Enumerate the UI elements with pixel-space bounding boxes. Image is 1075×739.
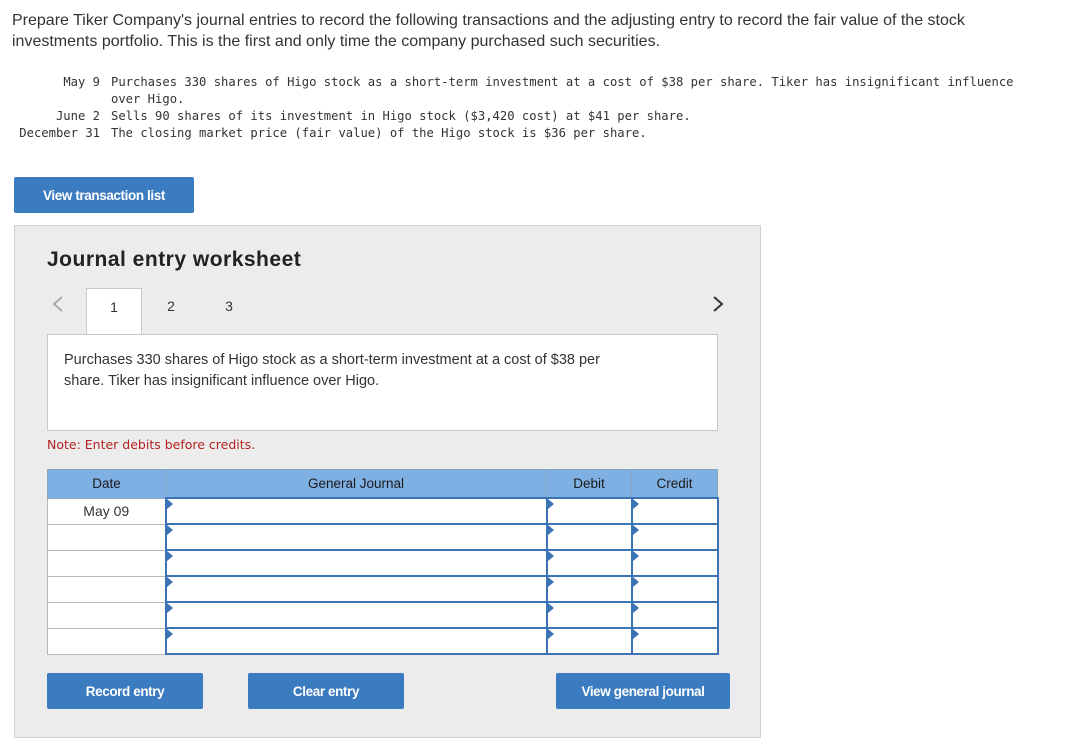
account-input[interactable]: [164, 497, 548, 525]
transaction-date: December 31: [19, 126, 100, 140]
transaction-date: May 9: [63, 75, 100, 89]
chevron-left-icon[interactable]: [51, 294, 65, 314]
transaction-row: May 9 Purchases 330 shares of Higo stock…: [12, 74, 1036, 108]
journal-header-row: Date General Journal Debit Credit: [47, 469, 718, 499]
credit-input[interactable]: [630, 497, 719, 525]
instructions-text: Prepare Tiker Company's journal entries …: [12, 12, 965, 50]
credit-input[interactable]: [630, 575, 719, 603]
debit-input[interactable]: [545, 575, 633, 603]
table-row: [47, 601, 719, 629]
tab-3[interactable]: 3: [201, 288, 257, 334]
debit-input[interactable]: [545, 601, 633, 629]
date-cell[interactable]: [47, 627, 166, 655]
worksheet-description: Purchases 330 shares of Higo stock as a …: [64, 352, 600, 389]
header-general-journal: General Journal: [165, 469, 547, 499]
table-row: [47, 627, 719, 655]
date-cell[interactable]: [47, 601, 166, 629]
credit-input[interactable]: [630, 601, 719, 629]
debit-input[interactable]: [545, 523, 633, 551]
tab-1[interactable]: 1: [86, 288, 142, 336]
entry-note: Note: Enter debits before credits.: [47, 437, 256, 452]
credit-input[interactable]: [630, 627, 719, 655]
debit-input[interactable]: [545, 549, 633, 577]
chevron-right-icon[interactable]: [711, 294, 725, 314]
account-input[interactable]: [164, 627, 548, 655]
transaction-row: June 2 Sells 90 shares of its investment…: [12, 108, 1036, 125]
transaction-row: December 31 The closing market price (fa…: [12, 125, 1036, 142]
header-credit: Credit: [631, 469, 718, 499]
date-cell[interactable]: [47, 575, 166, 603]
credit-input[interactable]: [630, 549, 719, 577]
transaction-description: The closing market price (fair value) of…: [111, 126, 647, 140]
journal-table: Date General Journal Debit Credit May 09: [47, 469, 719, 655]
transaction-date: June 2: [55, 109, 100, 123]
transaction-list: May 9 Purchases 330 shares of Higo stock…: [12, 74, 1036, 142]
view-general-journal-button[interactable]: View general journal: [556, 673, 730, 709]
worksheet-title: Journal entry worksheet: [47, 248, 302, 271]
tab-2[interactable]: 2: [143, 288, 199, 334]
date-cell[interactable]: May 09: [47, 497, 166, 525]
date-cell[interactable]: [47, 549, 166, 577]
transaction-description-box: Purchases 330 shares of Higo stock as a …: [47, 334, 718, 431]
header-debit: Debit: [546, 469, 632, 499]
account-input[interactable]: [164, 575, 548, 603]
table-row: May 09: [47, 497, 719, 525]
account-input[interactable]: [164, 523, 548, 551]
journal-entry-worksheet: Journal entry worksheet 1 2 3 Purchases …: [14, 225, 761, 738]
table-row: [47, 549, 719, 577]
transaction-description: Purchases 330 shares of Higo stock as a …: [111, 75, 1014, 106]
transaction-description: Sells 90 shares of its investment in Hig…: [111, 109, 691, 123]
header-date: Date: [47, 469, 166, 499]
record-entry-button[interactable]: Record entry: [47, 673, 203, 709]
table-row: [47, 575, 719, 603]
date-cell[interactable]: [47, 523, 166, 551]
debit-input[interactable]: [545, 497, 633, 525]
debit-input[interactable]: [545, 627, 633, 655]
table-row: [47, 523, 719, 551]
view-transaction-list-button[interactable]: View transaction list: [14, 177, 194, 213]
clear-entry-button[interactable]: Clear entry: [248, 673, 404, 709]
account-input[interactable]: [164, 549, 548, 577]
account-input[interactable]: [164, 601, 548, 629]
credit-input[interactable]: [630, 523, 719, 551]
